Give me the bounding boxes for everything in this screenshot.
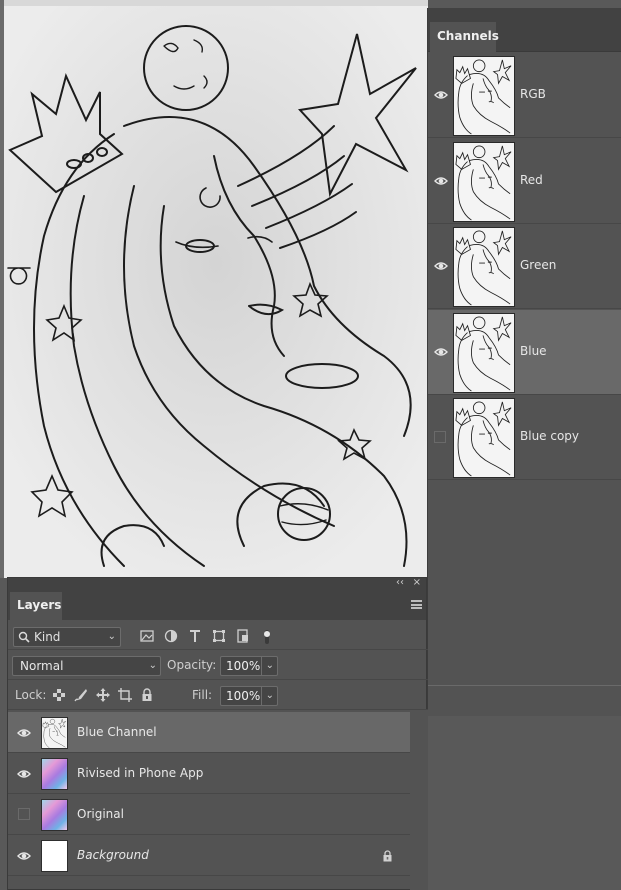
- layer-name: Background: [77, 848, 149, 862]
- layer-row[interactable]: Original: [8, 794, 410, 835]
- lock-position-icon[interactable]: [96, 688, 110, 702]
- channel-thumbnail: [453, 56, 515, 136]
- filter-pixel-layers-icon[interactable]: [140, 629, 154, 643]
- filter-shape-layers-icon[interactable]: [212, 629, 226, 643]
- panel-menu-icon[interactable]: [411, 600, 422, 609]
- channel-thumbnail: [453, 227, 515, 307]
- layers-panel-titlebar: ‹‹ ×: [8, 577, 426, 592]
- close-panel-icon[interactable]: ×: [413, 577, 421, 588]
- search-icon: [18, 631, 30, 643]
- layer-row[interactable]: Rivised in Phone App: [8, 753, 410, 794]
- filter-kind-select[interactable]: Kind ⌄: [13, 627, 121, 647]
- channels-panel: Channels RGB Red Green Blue Blue copy: [427, 8, 621, 716]
- lock-fill-row: Lock: Fill: 100% ⌄: [8, 680, 428, 710]
- layers-panel: ‹‹ × Layers Kind ⌄ Normal ⌄ Opacity: 100…: [7, 577, 428, 890]
- collapse-panel-icon[interactable]: ‹‹: [396, 577, 404, 588]
- eye-icon[interactable]: [17, 850, 31, 862]
- lock-label: Lock:: [15, 688, 47, 702]
- eye-icon[interactable]: [17, 727, 31, 739]
- blend-opacity-row: Normal ⌄ Opacity: 100% ⌄: [8, 650, 428, 680]
- filter-smart-objects-icon[interactable]: [236, 629, 250, 643]
- lock-transparent-pixels-icon[interactable]: [52, 688, 66, 702]
- layers-scrollbar[interactable]: [410, 710, 428, 890]
- opacity-label: Opacity:: [167, 658, 217, 672]
- tab-layers[interactable]: Layers: [10, 592, 62, 620]
- chevron-down-icon: ⌄: [265, 690, 274, 701]
- chevron-down-icon: ⌄: [265, 660, 274, 671]
- lock-icon: [382, 850, 393, 865]
- layer-row[interactable]: Background: [8, 835, 410, 876]
- eye-icon[interactable]: [17, 768, 31, 780]
- channel-row[interactable]: Green: [428, 224, 621, 309]
- lock-image-pixels-icon[interactable]: [74, 688, 88, 702]
- layer-filter-row: Kind ⌄: [8, 620, 428, 650]
- lock-artboard-icon[interactable]: [118, 688, 132, 702]
- channel-row[interactable]: Blue: [428, 309, 621, 395]
- lock-all-icon[interactable]: [140, 688, 154, 702]
- layers-tab-bar: Layers: [8, 592, 426, 620]
- channel-name: RGB: [520, 87, 546, 101]
- layer-name: Original: [77, 807, 124, 821]
- layer-row[interactable]: Blue Channel: [8, 712, 410, 753]
- opacity-field[interactable]: 100% ⌄: [220, 656, 278, 676]
- document-canvas[interactable]: [0, 0, 428, 578]
- blend-mode-value: Normal: [20, 659, 64, 673]
- line-art-illustration: [4, 6, 428, 578]
- chevron-down-icon: ⌄: [107, 631, 116, 642]
- channel-name: Blue: [520, 343, 547, 358]
- layer-thumbnail: [41, 799, 68, 831]
- channel-row[interactable]: Blue copy: [428, 395, 621, 480]
- visibility-toggle-empty[interactable]: [434, 431, 446, 443]
- fill-value: 100%: [226, 689, 261, 703]
- channel-name: Red: [520, 172, 543, 187]
- filter-toggle-icon[interactable]: [260, 629, 274, 644]
- eye-icon[interactable]: [434, 89, 448, 101]
- filter-adjustment-layers-icon[interactable]: [164, 629, 178, 643]
- opacity-value: 100%: [226, 659, 261, 673]
- channels-tab-bar: Channels: [428, 8, 621, 52]
- eye-icon[interactable]: [434, 260, 448, 272]
- eye-icon[interactable]: [434, 346, 448, 358]
- channel-thumbnail: [453, 398, 515, 478]
- filter-type-layers-icon[interactable]: [188, 629, 202, 643]
- channels-footer: [428, 685, 621, 716]
- layer-thumbnail: [41, 717, 68, 749]
- filter-kind-value: Kind: [34, 630, 61, 644]
- layer-thumbnail: [41, 840, 68, 872]
- tab-channels[interactable]: Channels: [430, 22, 499, 52]
- eye-icon[interactable]: [434, 175, 448, 187]
- channel-thumbnail: [453, 312, 515, 393]
- visibility-toggle-empty[interactable]: [18, 808, 30, 820]
- layer-name: Blue Channel: [77, 725, 157, 739]
- fill-label: Fill:: [192, 688, 213, 702]
- layer-thumbnail: [41, 758, 68, 790]
- channel-row[interactable]: Red: [428, 139, 621, 224]
- channel-name: Blue copy: [520, 429, 580, 443]
- layer-name: Rivised in Phone App: [77, 766, 204, 780]
- fill-field[interactable]: 100% ⌄: [220, 686, 278, 706]
- channel-thumbnail: [453, 141, 515, 222]
- channel-name: Green: [520, 258, 557, 272]
- blend-mode-select[interactable]: Normal ⌄: [12, 656, 161, 676]
- chevron-down-icon: ⌄: [148, 660, 157, 671]
- channel-row[interactable]: RGB: [428, 53, 621, 138]
